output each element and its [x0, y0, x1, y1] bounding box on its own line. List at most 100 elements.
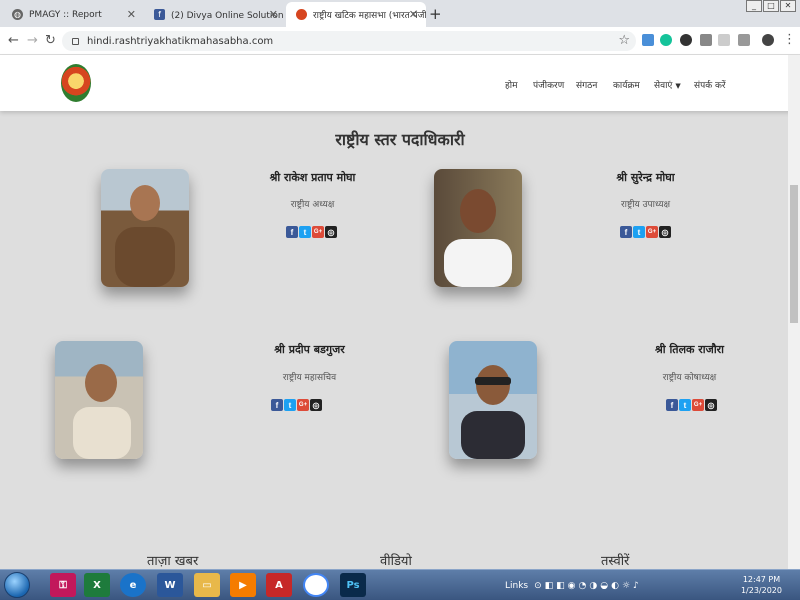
official-photo	[55, 341, 143, 459]
scrollbar-thumb[interactable]	[790, 185, 798, 323]
file-explorer-icon[interactable]: ▭	[194, 573, 220, 597]
close-icon[interactable]: ✕	[409, 8, 418, 21]
site-logo[interactable]	[61, 64, 91, 102]
official-title: राष्ट्रीय कोषाध्यक्ष	[662, 373, 717, 383]
news-heading: ताज़ा खबर	[147, 554, 199, 569]
new-tab-button[interactable]: +	[429, 5, 442, 23]
download-extension-icon[interactable]	[642, 34, 654, 46]
social-links: f t G+ ◎	[271, 399, 322, 411]
globe-icon: ◍	[12, 9, 23, 20]
close-icon[interactable]: ✕	[127, 8, 136, 21]
nav-services[interactable]: सेवाएं ▼	[654, 78, 681, 91]
facebook-icon[interactable]: f	[620, 226, 632, 238]
address-bar[interactable]: hindi.rashtriyakhatikmahasabha.com ☆	[62, 31, 636, 51]
browser-tabstrip: ◍ PMAGY :: Report ✕ f (2) Divya Online S…	[0, 0, 800, 27]
clock[interactable]: 12:47 PM 1/23/2020	[741, 574, 782, 596]
chrome-icon[interactable]	[303, 573, 329, 597]
site-logo-icon	[296, 9, 307, 20]
facebook-icon: f	[154, 9, 165, 20]
window-controls: _ □ ✕	[746, 0, 796, 12]
close-window-button[interactable]: ✕	[780, 0, 796, 12]
facebook-icon[interactable]: f	[286, 226, 298, 238]
nav-services-label: सेवाएं	[654, 81, 673, 91]
bookmark-star-icon[interactable]: ☆	[618, 33, 630, 48]
instagram-icon[interactable]: ◎	[325, 226, 337, 238]
googleplus-icon[interactable]: G+	[646, 226, 658, 238]
nav-organization[interactable]: संगठन	[576, 78, 597, 91]
pdf-reader-icon[interactable]: A	[266, 573, 292, 597]
official-photo	[434, 169, 522, 287]
system-tray: Links ⊙◧◧◉◔◑◒◐☼♪	[505, 570, 642, 600]
official-name: श्री सुरेन्द्र मोघा	[616, 171, 675, 184]
nav-home[interactable]: होम	[505, 78, 518, 91]
official-title: राष्ट्रीय उपाध्यक्ष	[620, 200, 671, 210]
twitter-icon[interactable]: t	[299, 226, 311, 238]
page-scrollbar[interactable]	[788, 55, 800, 569]
social-links: f t G+ ◎	[620, 226, 671, 238]
twitter-icon[interactable]: t	[284, 399, 296, 411]
tab-pmagy-report[interactable]: ◍ PMAGY :: Report ✕	[2, 2, 144, 27]
videos-heading: वीडियो	[380, 554, 412, 569]
photos-heading: तस्वीरें	[601, 554, 630, 569]
nav-programs[interactable]: कार्यक्रम	[613, 78, 640, 91]
excel-icon[interactable]: X	[84, 573, 110, 597]
official-name: श्री राकेश प्रताप मोघा	[269, 171, 356, 184]
clock-time: 12:47 PM	[742, 575, 781, 584]
dark-extension-icon[interactable]	[680, 34, 692, 46]
forward-arrow-icon[interactable]: →	[27, 33, 38, 48]
googleplus-icon[interactable]: G+	[297, 399, 309, 411]
close-icon[interactable]: ✕	[269, 8, 278, 21]
twitter-icon[interactable]: t	[679, 399, 691, 411]
badge-extension-icon[interactable]	[738, 34, 750, 46]
media-player-icon[interactable]: ▶	[230, 573, 256, 597]
site-header: होम पंजीकरण संगठन कार्यक्रम सेवाएं ▼ संपर…	[0, 55, 800, 111]
tab-khatik-mahasabha[interactable]: राष्ट्रीय खटिक महासभा (भारत पंजीकृत ✕	[286, 2, 426, 27]
official-title: राष्ट्रीय महासचिव	[282, 373, 337, 383]
social-links: f t G+ ◎	[666, 399, 717, 411]
facebook-icon[interactable]: f	[666, 399, 678, 411]
word-icon[interactable]: W	[157, 573, 183, 597]
nav-contact[interactable]: संपर्क करें	[694, 78, 726, 91]
official-photo	[449, 341, 537, 459]
official-name: श्री प्रदीप बडगुजर	[274, 343, 345, 356]
maximize-button[interactable]: □	[763, 0, 779, 12]
clipboard-extension-icon[interactable]	[718, 34, 730, 46]
person-photo	[73, 364, 131, 459]
grammarly-extension-icon[interactable]	[660, 34, 672, 46]
official-title: राष्ट्रीय अध्यक्ष	[290, 200, 335, 210]
twitter-icon[interactable]: t	[633, 226, 645, 238]
windows-taskbar: ⚿ X e W ▭ ▶ A Ps Links ⊙◧◧◉◔◑◒◐☼♪ 12:47 …	[0, 569, 800, 600]
url-text: hindi.rashtriyakhatikmahasabha.com	[87, 35, 274, 47]
caret-down-icon: ▼	[675, 82, 681, 90]
start-button[interactable]	[4, 572, 30, 598]
person-photo	[461, 365, 525, 459]
key-app-icon[interactable]: ⚿	[50, 573, 76, 597]
instagram-icon[interactable]: ◎	[659, 226, 671, 238]
nav-registration[interactable]: पंजीकरण	[533, 78, 564, 91]
instagram-icon[interactable]: ◎	[705, 399, 717, 411]
section-title: राष्ट्रीय स्तर पदाधिकारी	[335, 130, 465, 149]
social-links: f t G+ ◎	[286, 226, 337, 238]
lock-icon	[72, 37, 79, 45]
photoshop-icon[interactable]: Ps	[340, 573, 366, 597]
back-arrow-icon[interactable]: ←	[8, 33, 19, 48]
googleplus-icon[interactable]: G+	[312, 226, 324, 238]
clock-date: 1/23/2020	[740, 586, 782, 595]
facebook-icon[interactable]: f	[271, 399, 283, 411]
person-photo	[444, 189, 512, 287]
internet-explorer-icon[interactable]: e	[120, 573, 146, 597]
document-extension-icon[interactable]	[700, 34, 712, 46]
official-photo	[101, 169, 189, 287]
minimize-button[interactable]: _	[746, 0, 762, 12]
menu-dots-icon[interactable]: ⋮	[783, 32, 796, 47]
reload-icon[interactable]: ↻	[45, 33, 56, 48]
tab-label: PMAGY :: Report	[29, 9, 102, 20]
official-name: श्री तिलक राजौरा	[654, 343, 725, 356]
links-toolbar-label[interactable]: Links	[505, 581, 528, 591]
tab-divya-online[interactable]: f (2) Divya Online Solution - होम ✕	[144, 2, 286, 27]
googleplus-icon[interactable]: G+	[692, 399, 704, 411]
instagram-icon[interactable]: ◎	[310, 399, 322, 411]
profile-avatar-icon[interactable]	[762, 34, 774, 46]
person-photo	[115, 185, 175, 287]
tray-icons[interactable]: ⊙◧◧◉◔◑◒◐☼♪	[534, 581, 642, 591]
